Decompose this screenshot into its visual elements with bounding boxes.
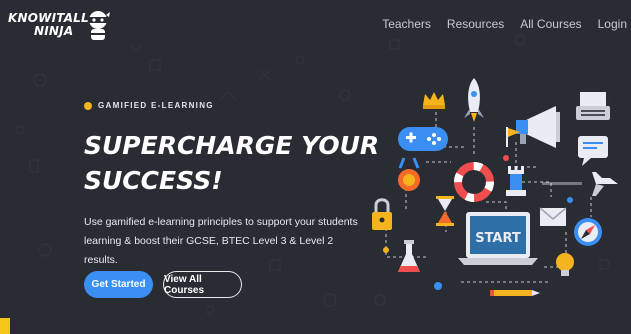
nav-login[interactable]: Login [598,17,627,31]
medal-icon [398,157,420,191]
ninja-mascot-icon [89,11,110,40]
nav-resources[interactable]: Resources [447,17,504,31]
hero-description: Use gamified e-learning principles to su… [84,216,358,266]
pencil-icon [490,290,540,296]
padlock-icon [372,198,392,230]
hourglass-icon [436,196,454,226]
airplane-icon [542,172,618,196]
rocket-icon [464,78,484,122]
laptop-icon: START [458,212,538,265]
corner-accent [0,318,10,334]
megaphone-icon [516,106,560,148]
start-screen-label: START [475,231,521,246]
chess-rook-icon [506,166,526,196]
hero-headline: SUPERCHARGE YOUR SUCCESS! [84,128,384,198]
typewriter-icon [576,92,610,120]
nav-all-courses[interactable]: All Courses [520,17,581,31]
view-all-courses-button[interactable]: View All Courses [163,271,242,298]
chat-icon [578,136,608,166]
headline-line-1: SUPERCHARGE YOUR [84,131,380,160]
get-started-button[interactable]: Get Started [84,271,153,298]
hero-tag: GAMIFIED E-LEARNING [84,101,214,110]
main-nav: Teachers Resources All Courses Login [382,17,627,31]
compass-icon [574,218,602,246]
gamepad-icon [398,127,448,151]
tag-dot-icon [84,101,92,110]
lightbulb-icon [556,253,574,276]
hero-illustration: START [372,78,618,296]
lifebuoy-icon [454,162,494,202]
logo-line-2: NINJA [34,24,74,38]
headline-line-2: SUCCESS! [84,166,223,195]
nav-teachers[interactable]: Teachers [382,17,431,31]
brand-logo[interactable]: KNOWITALL NINJA [8,8,110,46]
flask-icon [398,240,420,272]
envelope-icon [539,207,567,226]
logo-line-1: KNOWITALL [8,11,89,25]
crown-icon [423,92,445,109]
site-header: KNOWITALL NINJA Teachers Resources All C… [0,0,631,50]
tag-label: GAMIFIED E-LEARNING [98,101,214,110]
